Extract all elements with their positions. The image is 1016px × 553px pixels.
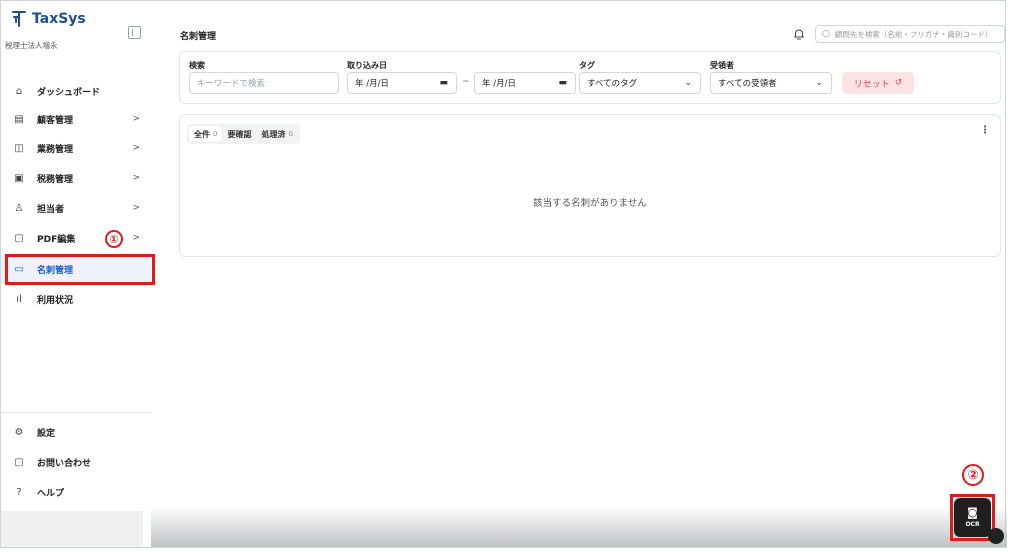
more-options-icon[interactable]: ⋮ — [980, 125, 990, 136]
ocr-button[interactable]: ◙ OCR — [954, 498, 991, 537]
filter-panel: 検索 キーワードで検索 取り込み日 年 /月/日 ▬ ~ 年 /月/日 ▬ タグ… — [179, 51, 1001, 104]
sidebar-item-settings[interactable]: ⚙ 設定 — [1, 418, 151, 446]
chat-icon: ▢ — [14, 456, 24, 468]
document-icon: ▣ — [14, 172, 24, 184]
chevron-right-icon: > — [132, 143, 140, 153]
keyword-search-placeholder: キーワードで検索 — [197, 79, 266, 89]
sidebar-item-label: ダッシュボード — [37, 87, 101, 98]
page-title: 名刺管理 — [180, 32, 217, 42]
gear-icon: ⚙ — [14, 426, 24, 438]
help-icon: ? — [16, 486, 22, 498]
keyword-search-input[interactable]: キーワードで検索 — [189, 72, 339, 94]
sidebar-item-customers[interactable]: ▤ 顧客管理 > — [1, 105, 151, 133]
chevron-right-icon: > — [132, 203, 140, 213]
bell-icon[interactable] — [792, 27, 806, 41]
home-icon: ⌂ — [15, 85, 23, 97]
date-from-input[interactable]: 年 /月/日 ▬ — [347, 72, 457, 94]
annotation-marker-2: ② — [962, 464, 984, 486]
bottom-overlay — [151, 506, 1007, 547]
status-tabs: 全件 0 要確認 処理済 0 — [187, 124, 300, 144]
logo-text: TaxSys — [32, 11, 86, 27]
date-range-separator: ~ — [462, 77, 470, 87]
recipient-select[interactable]: すべての受領者 ⌄ — [710, 72, 832, 94]
search-icon: ○ — [822, 29, 830, 39]
recipient-label: 受領者 — [710, 61, 734, 70]
calendar-icon[interactable]: ▬ — [439, 78, 448, 88]
sidebar-item-contact[interactable]: ▢ お問い合わせ — [1, 448, 151, 476]
ocr-button-label: OCR — [965, 521, 980, 528]
sidebar-item-dashboard[interactable]: ⌂ ダッシュボード — [1, 77, 151, 105]
annotation-marker-1: ① — [105, 230, 123, 248]
reset-icon: ↺ — [894, 78, 903, 88]
calendar-icon[interactable]: ▬ — [558, 78, 567, 88]
main-content: 名刺管理 ○ 顧問先を検索（名前・フリガナ・識別コード） 検索 キーワードで検索… — [171, 1, 1007, 547]
date-to-input[interactable]: 年 /月/日 ▬ — [474, 72, 576, 94]
sidebar-item-label: 顧客管理 — [37, 115, 74, 126]
sidebar-item-label: 税務管理 — [37, 174, 74, 185]
search-placeholder: 顧問先を検索（名前・フリガナ・識別コード） — [834, 29, 993, 39]
tab-count: 0 — [288, 130, 293, 138]
tab-needs-review[interactable]: 要確認 — [222, 126, 256, 142]
sidebar-item-label: 設定 — [37, 428, 56, 439]
sidebar-item-label: お問い合わせ — [37, 458, 92, 469]
sidebar-item-tasks[interactable]: ◫ 業務管理 > — [1, 134, 151, 162]
sidebar-collapse-button[interactable] — [128, 26, 141, 39]
chevron-down-icon: ⌄ — [684, 78, 692, 88]
sidebar-item-label: ヘルプ — [37, 488, 65, 499]
app-window: TaxSys 税理士法人増永 ⌂ ダッシュボード ▤ 顧客管理 > ◫ 業務管理… — [0, 0, 1007, 548]
search-label: 検索 — [189, 61, 205, 70]
briefcase-icon: ◫ — [14, 142, 24, 154]
tab-label: 処理済 — [261, 129, 286, 139]
building-icon: ▤ — [14, 113, 24, 125]
logo-icon — [12, 11, 26, 27]
sidebar-item-pdf-edit[interactable]: ▢ PDF編集 > — [1, 224, 151, 252]
chevron-right-icon: > — [132, 173, 140, 183]
recipient-select-value: すべての受領者 — [718, 79, 777, 89]
bar-chart-icon: ıl — [16, 293, 22, 305]
business-card-list: 全件 0 要確認 処理済 0 ⋮ 該当する名刺がありません — [179, 114, 1001, 257]
sidebar-item-label: 利用状況 — [37, 295, 74, 306]
chevron-right-icon: > — [132, 233, 140, 243]
tab-label: 要確認 — [227, 129, 252, 139]
tab-label: 全件 — [194, 129, 210, 139]
chevron-right-icon: > — [132, 114, 140, 124]
tab-processed[interactable]: 処理済 0 — [256, 126, 297, 142]
floating-action-dot[interactable] — [988, 528, 1004, 544]
reset-button[interactable]: リセット ↺ — [842, 72, 914, 94]
reset-button-label: リセット — [853, 79, 890, 90]
user-icon: ♙ — [14, 202, 24, 214]
sidebar-item-usage[interactable]: ıl 利用状況 — [1, 285, 151, 313]
camera-icon: ◙ — [967, 506, 978, 519]
annotation-highlight-box — [5, 254, 155, 285]
sidebar-item-tax[interactable]: ▣ 税務管理 > — [1, 164, 151, 192]
organization-name: 税理士法人増永 — [5, 41, 58, 50]
sidebar-footer — [1, 511, 143, 547]
tab-count: 0 — [213, 130, 218, 138]
tag-select-value: すべてのタグ — [587, 79, 638, 89]
customer-search-input[interactable]: ○ 顧問先を検索（名前・フリガナ・識別コード） — [815, 25, 1005, 43]
chevron-down-icon: ⌄ — [815, 78, 823, 88]
date-from-value: 年 /月/日 — [355, 79, 389, 89]
sidebar-divider — [1, 412, 151, 413]
sidebar-item-label: 業務管理 — [37, 144, 74, 155]
empty-state-message: 該当する名刺がありません — [533, 198, 647, 209]
tag-select[interactable]: すべてのタグ ⌄ — [579, 72, 701, 94]
import-date-label: 取り込み日 — [347, 61, 387, 70]
date-to-value: 年 /月/日 — [482, 79, 516, 89]
sidebar-item-label: PDF編集 — [37, 234, 76, 245]
sidebar-item-help[interactable]: ? ヘルプ — [1, 478, 151, 506]
logo[interactable]: TaxSys — [11, 10, 86, 28]
tag-label: タグ — [579, 61, 595, 70]
sidebar-item-label: 担当者 — [37, 204, 65, 215]
sidebar-item-staff[interactable]: ♙ 担当者 > — [1, 194, 151, 222]
tab-all[interactable]: 全件 0 — [189, 126, 223, 142]
pdf-icon: ▢ — [14, 232, 24, 244]
